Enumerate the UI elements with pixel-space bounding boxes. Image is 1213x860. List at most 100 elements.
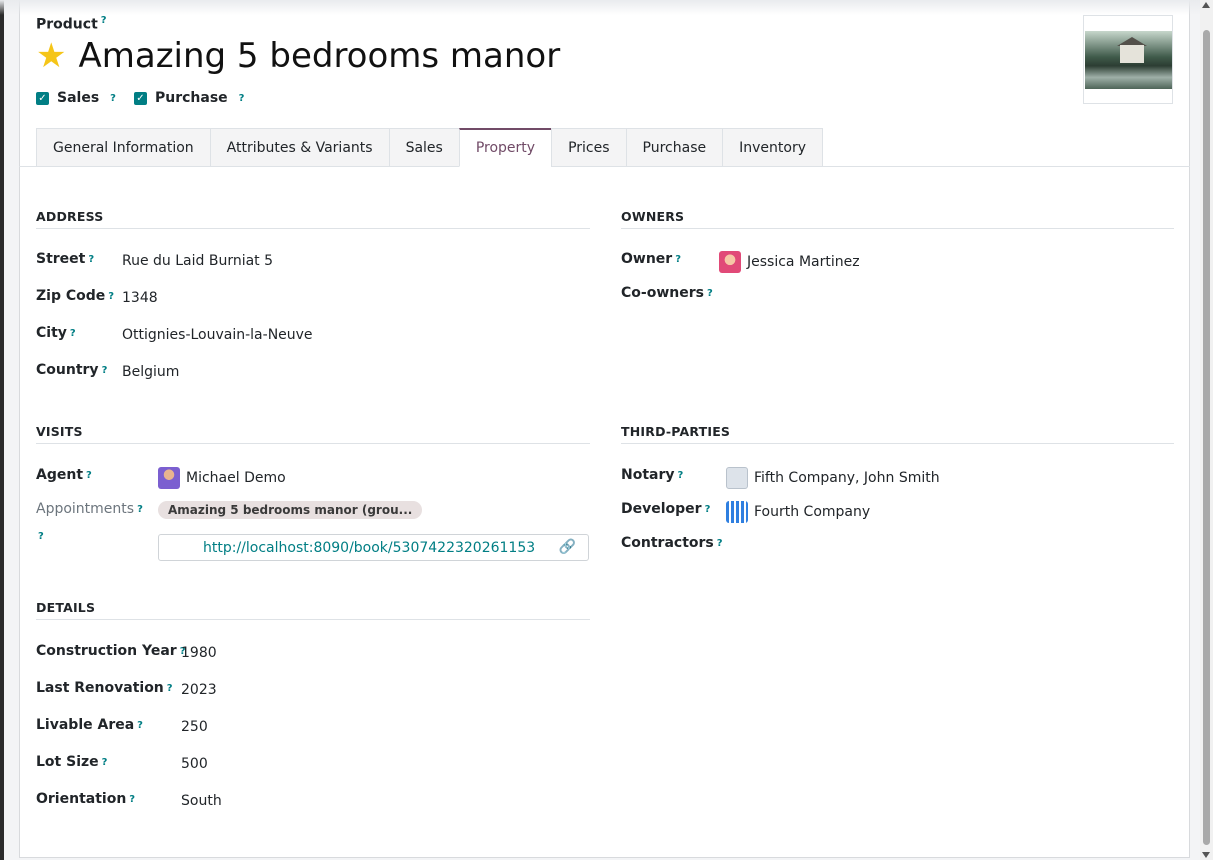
appointment-tag[interactable]: Amazing 5 bedrooms manor (grou... <box>158 501 423 519</box>
product-photo <box>1085 31 1172 89</box>
tab-general-information[interactable]: General Information <box>36 128 210 167</box>
zip-label-row: Zip Code? <box>36 288 114 304</box>
tab-inventory[interactable]: Inventory <box>722 128 823 167</box>
help-icon[interactable]: ? <box>101 15 107 26</box>
house-shape <box>1120 45 1144 63</box>
help-icon[interactable]: ? <box>717 538 723 549</box>
booking-url-link[interactable]: http://localhost:8090/book/5307422320261… <box>203 540 535 556</box>
page-title[interactable]: Amazing 5 bedrooms manor <box>78 36 560 76</box>
scrollbar[interactable] <box>1200 0 1213 860</box>
developer-label: Developer <box>621 501 702 517</box>
help-icon[interactable]: ? <box>137 504 143 515</box>
orientation-label: Orientation <box>36 791 127 807</box>
agent-name[interactable]: Michael Demo <box>186 470 286 486</box>
help-icon[interactable]: ? <box>102 757 108 768</box>
appointments-label-row: Appointments? <box>36 501 143 517</box>
help-icon[interactable]: ? <box>88 254 94 265</box>
avatar <box>158 467 180 489</box>
renovation-label-row: Last Renovation? <box>36 680 173 696</box>
third-parties-title: THIRD-PARTIES <box>621 424 1174 444</box>
product-label-text: Product <box>36 16 98 33</box>
visits-section: VISITS <box>36 424 590 444</box>
sales-checkbox[interactable]: ✓ Sales? <box>36 90 116 106</box>
appointments-label: Appointments <box>36 501 135 517</box>
favorite-star-icon[interactable]: ★ <box>36 39 66 73</box>
link-icon[interactable]: 🔗 <box>559 539 576 555</box>
scroll-thumb[interactable] <box>1203 30 1210 845</box>
checkbox-checked-icon[interactable]: ✓ <box>36 91 49 105</box>
zip-field[interactable]: 1348 <box>122 290 158 306</box>
country-label-row: Country? <box>36 362 107 378</box>
help-icon[interactable]: ? <box>675 254 681 265</box>
details-title: DETAILS <box>36 600 590 620</box>
owner-field[interactable]: Jessica Martinez <box>719 251 860 273</box>
livable-area-label: Livable Area <box>36 717 135 733</box>
contractors-label: Contractors <box>621 535 714 551</box>
livable-area-field[interactable]: 250 <box>181 719 208 735</box>
third-parties-section: THIRD-PARTIES <box>621 424 1174 444</box>
product-image[interactable] <box>1083 15 1173 104</box>
top-shade <box>0 0 1200 15</box>
avatar <box>719 251 741 273</box>
help-icon[interactable]: ? <box>102 365 108 376</box>
help-icon[interactable]: ? <box>707 288 713 299</box>
help-icon[interactable]: ? <box>86 470 92 481</box>
scroll-up-arrow-icon[interactable] <box>1202 2 1210 8</box>
help-icon[interactable]: ? <box>70 328 76 339</box>
lot-size-field[interactable]: 500 <box>181 756 208 772</box>
lot-size-label: Lot Size <box>36 754 99 770</box>
tab-attributes-variants[interactable]: Attributes & Variants <box>209 128 389 167</box>
notary-field[interactable]: Fifth Company, John Smith <box>726 467 940 489</box>
notary-label: Notary <box>621 467 675 483</box>
help-icon[interactable]: ? <box>38 531 44 542</box>
help-icon[interactable]: ? <box>167 683 173 694</box>
coowners-label: Co-owners <box>621 285 704 301</box>
area-label-row: Livable Area? <box>36 717 143 733</box>
city-label-row: City? <box>36 325 76 341</box>
details-section: DETAILS <box>36 600 590 620</box>
notary-name[interactable]: Fifth Company, John Smith <box>754 470 940 486</box>
scroll-down-arrow-icon[interactable] <box>1202 852 1210 858</box>
tab-property[interactable]: Property <box>458 128 552 167</box>
help-icon[interactable]: ? <box>129 794 135 805</box>
help-icon[interactable]: ? <box>110 93 116 104</box>
tab-prices[interactable]: Prices <box>551 128 626 167</box>
city-field[interactable]: Ottignies-Louvain-la-Neuve <box>122 327 313 343</box>
developer-field[interactable]: Fourth Company <box>726 501 870 523</box>
street-label: Street <box>36 251 86 267</box>
purchase-checkbox[interactable]: ✓ Purchase? <box>133 90 245 106</box>
address-section: ADDRESS <box>36 209 590 229</box>
product-label: Product? <box>36 15 107 33</box>
orientation-field[interactable]: South <box>181 793 222 809</box>
developer-name[interactable]: Fourth Company <box>754 504 870 520</box>
help-icon[interactable]: ? <box>705 504 711 515</box>
help-icon[interactable]: ? <box>137 720 143 731</box>
avatar <box>726 467 748 489</box>
owner-label: Owner <box>621 251 673 267</box>
appointments-field[interactable]: Amazing 5 bedrooms manor (grou... <box>158 501 423 519</box>
agent-label: Agent <box>36 467 84 483</box>
booking-url-label-row: ? <box>36 531 44 542</box>
street-field[interactable]: Rue du Laid Burniat 5 <box>122 253 273 269</box>
help-icon[interactable]: ? <box>108 291 114 302</box>
construction-year-field[interactable]: 1980 <box>181 645 217 661</box>
tab-purchase[interactable]: Purchase <box>625 128 723 167</box>
tab-sales[interactable]: Sales <box>388 128 459 167</box>
owners-section: OWNERS <box>621 209 1174 229</box>
last-renovation-field[interactable]: 2023 <box>181 682 217 698</box>
owner-name[interactable]: Jessica Martinez <box>747 254 860 270</box>
checkbox-checked-icon[interactable]: ✓ <box>133 91 147 105</box>
visits-title: VISITS <box>36 424 590 444</box>
address-title: ADDRESS <box>36 209 590 229</box>
developer-label-row: Developer? <box>621 501 710 517</box>
notebook-tabs: General Information Attributes & Variant… <box>36 128 823 167</box>
street-label-row: Street? <box>36 251 94 267</box>
help-icon[interactable]: ? <box>239 93 245 104</box>
booking-url-field[interactable]: http://localhost:8090/book/5307422320261… <box>158 534 589 561</box>
help-icon[interactable]: ? <box>678 470 684 481</box>
agent-field[interactable]: Michael Demo <box>158 467 286 489</box>
country-field[interactable]: Belgium <box>122 364 179 380</box>
purchase-label: Purchase <box>154 90 228 106</box>
country-label: Country <box>36 362 99 378</box>
title-row: ★ Amazing 5 bedrooms manor <box>36 36 560 76</box>
